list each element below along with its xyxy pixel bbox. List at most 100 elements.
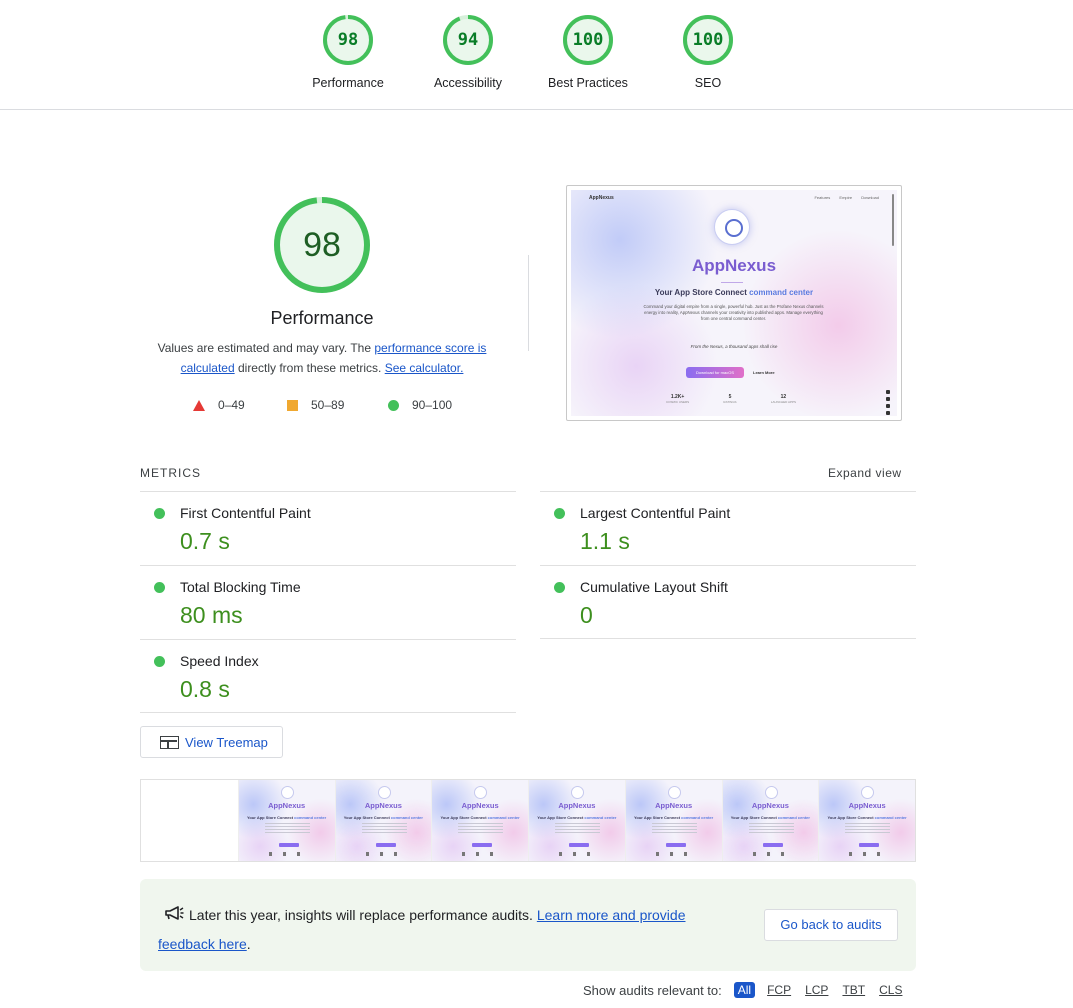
banner-message: Later this year, insights will replace p…	[189, 907, 537, 923]
frame-subtitle: Your App Store Connect command center	[529, 815, 625, 820]
frame-title: AppNexus	[364, 801, 402, 810]
category-gauges-bar: 98 Performance 94 Accessibility 100 Best…	[0, 0, 1073, 110]
screenshot-nav-link: Download	[861, 195, 879, 200]
pass-circle-icon	[554, 582, 565, 593]
gauge-score: 98	[337, 30, 359, 50]
performance-title: Performance	[270, 308, 374, 328]
nexus-logo-icon	[667, 786, 681, 799]
screenshot-title: AppNexus	[691, 256, 777, 275]
screenshot-nav-links: Features Empire Download	[806, 195, 879, 200]
screenshot-quote: From the Nexus, a thousand apps shall ri…	[690, 344, 778, 349]
filter-chip-all[interactable]: All	[733, 982, 756, 998]
info-icon	[886, 411, 890, 415]
legend-range: 0–49	[218, 398, 245, 412]
view-treemap-button[interactable]: View Treemap	[140, 726, 283, 758]
screenshot-rule	[721, 282, 743, 283]
metric-name: Largest Contentful Paint	[580, 505, 731, 521]
screenshot-nav-link: Features	[814, 195, 831, 200]
gauge-best-practices[interactable]: 100 Best Practices	[528, 14, 648, 90]
gauge-score: 100	[572, 30, 604, 50]
gauge-label: Performance	[312, 76, 384, 90]
subtitle-prefix: Your App Store Connect	[654, 288, 750, 297]
frame-stats	[849, 852, 888, 856]
screenshot-scrollbar	[892, 194, 894, 246]
frame-subtitle: Your App Store Connect command center	[723, 815, 819, 820]
filter-label: Show audits relevant to:	[583, 982, 722, 998]
metric-largest-contentful-paint: Largest Contentful Paint 1.1 s	[540, 491, 916, 565]
final-screenshot[interactable]: AppNexus Features Empire Download AppNex…	[566, 185, 902, 421]
pass-circle-icon	[554, 508, 565, 519]
twitter-icon	[886, 390, 890, 394]
gauge-accessibility[interactable]: 94 Accessibility	[408, 14, 528, 90]
frame-title: AppNexus	[558, 801, 596, 810]
mail-icon	[886, 404, 890, 408]
metric-total-blocking-time: Total Blocking Time 80 ms	[140, 565, 516, 639]
square-icon	[287, 399, 298, 411]
frame-button	[375, 843, 396, 847]
frame-text-lines	[845, 823, 891, 833]
calculator-link[interactable]: See calculator.	[385, 361, 464, 375]
screenshot-subtitle: Your App Store Connect command center	[571, 288, 897, 297]
filmstrip: AppNexus Your App Store Connect command c…	[140, 779, 916, 862]
stat: 1.2K+ COSMIC USERS	[666, 394, 689, 404]
frame-stats	[268, 852, 307, 856]
metric-value: 80 ms	[180, 602, 243, 628]
legend-range: 50–89	[311, 398, 345, 412]
legend-average: 50–89	[287, 398, 344, 412]
frame-subtitle-highlight: command center	[390, 815, 423, 820]
gauge-seo[interactable]: 100 SEO	[648, 14, 768, 90]
filter-chip-tbt[interactable]: TBT	[840, 983, 867, 997]
frame-button	[569, 843, 589, 847]
frame-stats	[752, 852, 791, 856]
insights-banner: Later this year, insights will replace p…	[140, 879, 916, 971]
gauge-score: 94	[457, 30, 479, 50]
screenshot-canvas: AppNexus Features Empire Download AppNex…	[571, 190, 897, 416]
frame-subtitle: Your App Store Connect command center	[432, 815, 528, 820]
frame-subtitle-highlight: command center	[874, 815, 907, 820]
metric-speed-index: Speed Index 0.8 s	[140, 639, 516, 713]
go-back-to-audits-button[interactable]: Go back to audits	[764, 909, 898, 941]
frame-button	[859, 843, 880, 847]
metric-first-contentful-paint: First Contentful Paint 0.7 s	[140, 491, 516, 565]
nexus-logo-icon	[861, 786, 875, 799]
stat-label: COSMIC USERS	[666, 400, 690, 404]
frame-subtitle: Your App Store Connect command center	[336, 815, 432, 820]
nexus-logo-icon	[714, 209, 750, 245]
filter-chip-lcp[interactable]: LCP	[803, 983, 830, 997]
stat-label: LAUNCHED APPS	[770, 400, 796, 404]
gauge-performance[interactable]: 98 Performance	[288, 14, 408, 90]
performance-note: Values are estimated and may vary. The p…	[140, 338, 504, 378]
gauge-ring: 100	[562, 14, 614, 66]
pass-circle-icon	[154, 582, 165, 593]
gauge-label: SEO	[694, 76, 722, 90]
note-text: Values are estimated and may vary. The	[157, 341, 375, 355]
frame-stats	[655, 852, 694, 856]
gauge-score: 100	[692, 30, 724, 50]
screenshot-paragraph: Command your digital empire from a singl…	[643, 304, 824, 321]
frame-subtitle-highlight: command center	[777, 815, 810, 820]
filter-chip-cls[interactable]: CLS	[877, 983, 904, 997]
nexus-logo-icon	[571, 786, 584, 799]
screenshot-stats: 1.2K+ COSMIC USERS 5 RATINGS 12 LAUNCHED AP…	[666, 394, 796, 404]
stat-label: RATINGS	[723, 400, 737, 404]
pass-circle-icon	[154, 656, 165, 667]
frame-subtitle-highlight: command center	[584, 815, 617, 820]
frame-button	[665, 843, 686, 847]
treemap-icon	[160, 736, 179, 749]
frame-stats	[462, 852, 501, 856]
triangle-icon	[193, 399, 205, 411]
gauge-ring: 98	[322, 14, 374, 66]
legend-fail: 0–49	[193, 398, 245, 412]
frame-subtitle-prefix: Your App Store Connect	[537, 815, 585, 820]
frame-button	[472, 843, 493, 847]
pass-circle-icon	[154, 508, 165, 519]
frame-subtitle-prefix: Your App Store Connect	[440, 815, 488, 820]
filter-chip-fcp[interactable]: FCP	[765, 983, 793, 997]
frame-button	[278, 843, 299, 847]
frame-text-lines	[555, 823, 600, 833]
expand-view-toggle[interactable]: Expand view	[828, 466, 902, 480]
metric-divider	[140, 712, 516, 713]
screenshot-learn-more: Learn More	[753, 370, 775, 375]
frame-stats	[559, 852, 597, 856]
metric-value: 0	[580, 602, 593, 628]
